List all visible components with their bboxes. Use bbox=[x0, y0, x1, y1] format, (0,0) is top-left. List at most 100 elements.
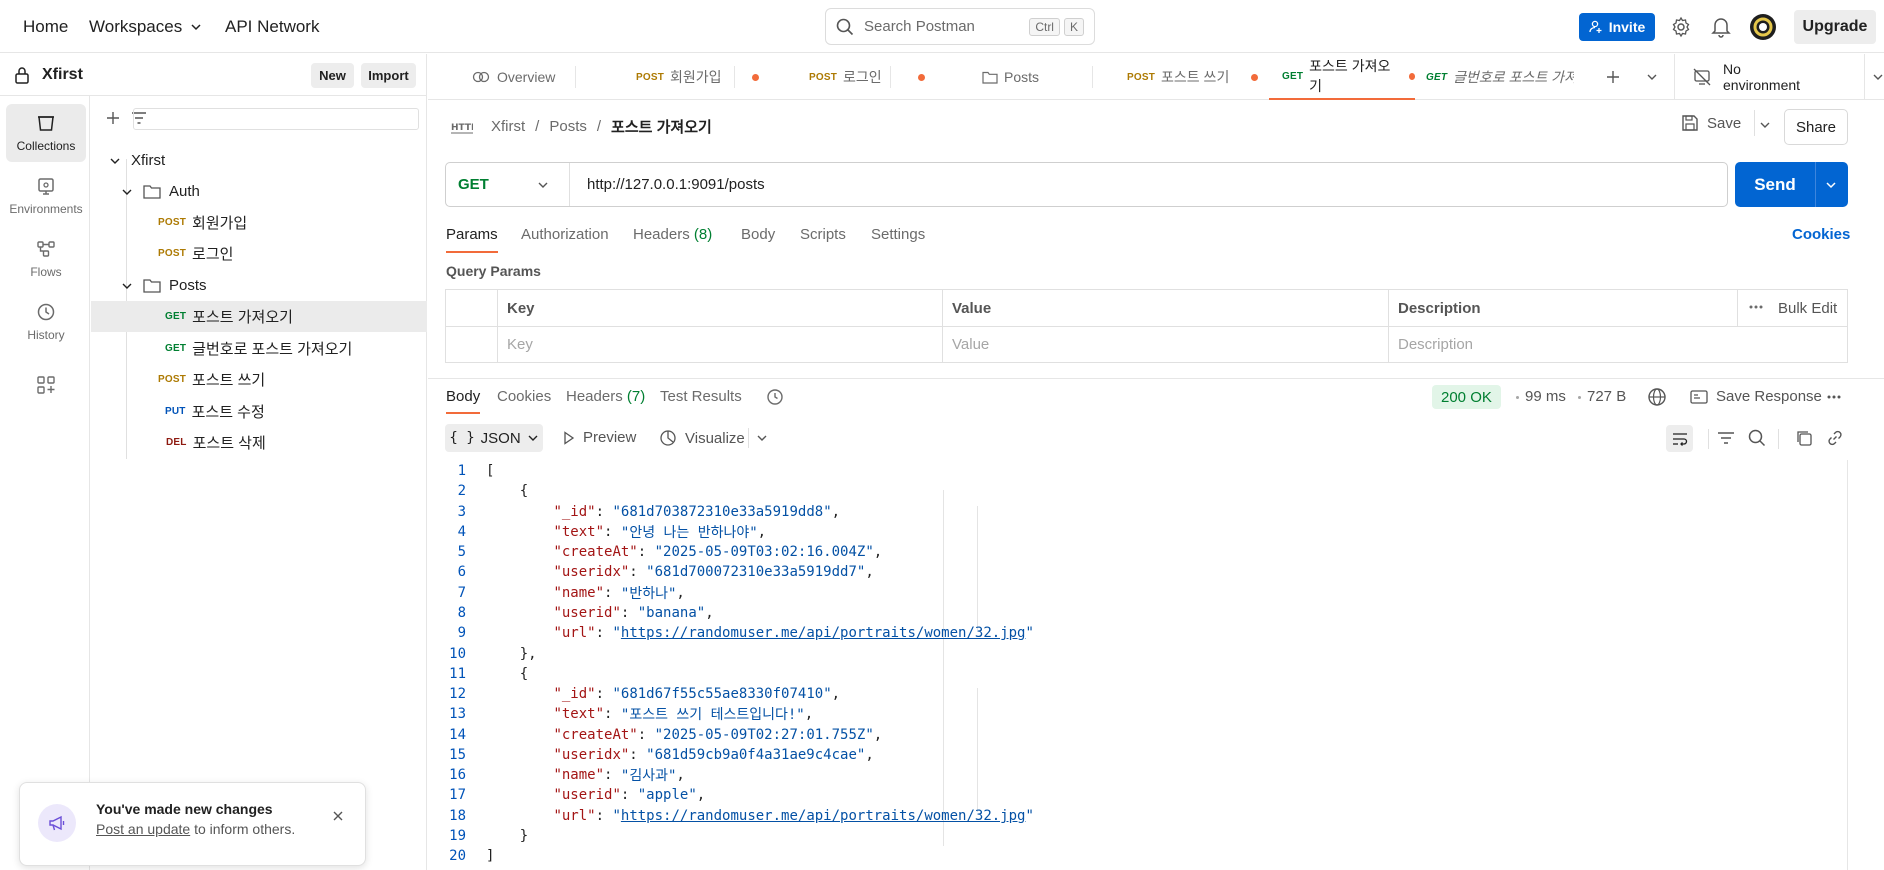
status-badge[interactable]: 200 OK bbox=[1432, 385, 1501, 409]
json-url-link[interactable]: https://randomuser.me/api/portraits/wome… bbox=[621, 808, 1026, 824]
tree-item-delete-post[interactable]: DEL 포스트 삭제 bbox=[91, 427, 427, 458]
preview-button[interactable]: Preview bbox=[563, 429, 636, 446]
invite-button[interactable]: Invite bbox=[1579, 13, 1655, 41]
tab-create-post[interactable]: POST 포스트 쓰기 bbox=[1127, 54, 1259, 100]
breadcrumb-folder[interactable]: Posts bbox=[549, 118, 587, 135]
upgrade-button[interactable]: Upgrade bbox=[1794, 10, 1876, 44]
json-url-link[interactable]: https://randomuser.me/api/portraits/wome… bbox=[621, 625, 1026, 641]
wrap-lines-icon[interactable] bbox=[1666, 425, 1693, 452]
tree-folder-posts[interactable]: Posts bbox=[91, 270, 427, 301]
visualize-button[interactable]: Visualize bbox=[659, 429, 745, 447]
tab-settings[interactable]: Settings bbox=[871, 226, 925, 243]
response-body-viewer[interactable]: 1[ 2 { 3 "_id": "681d703872310e33a5919dd… bbox=[428, 460, 1858, 870]
settings-gear-icon[interactable] bbox=[1670, 16, 1692, 38]
breadcrumb: HTTP Xfirst / Posts / 포스트 가져오기 bbox=[451, 116, 712, 137]
tab-get-post-by-id[interactable]: GET 글번호로 포스트 가져 bbox=[1426, 54, 1574, 100]
add-collection-icon[interactable] bbox=[105, 110, 121, 126]
tab-headers[interactable]: Headers (8) bbox=[633, 226, 712, 243]
response-time[interactable]: 99 ms bbox=[1525, 388, 1566, 405]
tree-folder-auth[interactable]: Auth bbox=[91, 176, 427, 207]
save-response-button[interactable]: Save Response bbox=[1690, 388, 1822, 405]
tab-get-posts[interactable]: GET 포스트 가져오기 bbox=[1269, 54, 1415, 100]
link-icon[interactable] bbox=[1826, 429, 1844, 447]
response-tab-cookies[interactable]: Cookies bbox=[497, 388, 551, 405]
tab-params[interactable]: Params bbox=[446, 226, 498, 253]
toast-title: You've made new changes bbox=[96, 801, 273, 817]
add-widget-icon bbox=[36, 375, 56, 395]
send-options-chevron-icon[interactable] bbox=[1825, 179, 1837, 191]
new-tab-plus-icon[interactable] bbox=[1605, 69, 1621, 85]
cookies-link[interactable]: Cookies bbox=[1792, 226, 1850, 243]
changes-toast: You've made new changes Post an update t… bbox=[19, 782, 366, 866]
new-button[interactable]: New bbox=[311, 63, 354, 88]
tree-item-get-posts[interactable]: GET 포스트 가져오기 bbox=[91, 301, 427, 332]
tree-item-create-post[interactable]: POST 포스트 쓰기 bbox=[91, 364, 427, 395]
tab-signup[interactable]: POST 회원가입 bbox=[636, 54, 759, 100]
home-link[interactable]: Home bbox=[23, 0, 68, 53]
json-line: 6 "useridx": "681d700072310e33a5919dd7", bbox=[457, 564, 874, 580]
filter-icon[interactable] bbox=[1717, 430, 1735, 446]
folder-icon bbox=[982, 71, 998, 84]
api-network-link[interactable]: API Network bbox=[225, 0, 319, 53]
tree-item-get-post-by-id[interactable]: GET 글번호로 포스트 가져오기 bbox=[91, 333, 427, 364]
history-icon bbox=[36, 302, 56, 322]
tree-search-input[interactable] bbox=[133, 108, 419, 130]
rail-configure-button[interactable] bbox=[6, 362, 86, 408]
globe-icon[interactable] bbox=[1647, 387, 1667, 407]
breadcrumb-collection[interactable]: Xfirst bbox=[491, 118, 525, 135]
workspace-name[interactable]: Xfirst bbox=[42, 66, 83, 84]
more-options-icon[interactable] bbox=[1748, 304, 1764, 310]
param-description-input[interactable]: Description bbox=[1398, 336, 1838, 353]
breadcrumb-current[interactable]: 포스트 가져오기 bbox=[611, 116, 712, 137]
more-options-icon[interactable] bbox=[1826, 394, 1842, 400]
format-select[interactable]: { } JSON bbox=[445, 424, 543, 452]
import-button[interactable]: Import bbox=[361, 63, 416, 88]
tree-collection-xfirst[interactable]: Xfirst bbox=[91, 145, 427, 176]
rail-item-history[interactable]: History bbox=[6, 293, 86, 351]
response-tab-headers[interactable]: Headers (7) bbox=[566, 388, 645, 405]
tree-item-signup[interactable]: POST 회원가입 bbox=[91, 207, 427, 238]
method-select[interactable]: GET bbox=[446, 163, 570, 206]
search-input[interactable]: Search Postman Ctrl K bbox=[825, 8, 1095, 45]
rail-item-flows[interactable]: Flows bbox=[6, 230, 86, 288]
send-button[interactable]: Send bbox=[1735, 162, 1848, 207]
param-value-input[interactable]: Value bbox=[952, 336, 1382, 353]
save-options-chevron-icon[interactable] bbox=[1754, 120, 1776, 132]
tab-posts[interactable]: Posts bbox=[982, 54, 1039, 100]
rail-item-collections[interactable]: Collections bbox=[6, 104, 86, 162]
search-icon[interactable] bbox=[1748, 429, 1766, 447]
environment-selector[interactable]: No environment bbox=[1693, 54, 1884, 100]
history-icon[interactable] bbox=[766, 388, 784, 406]
save-button[interactable]: Save bbox=[1681, 114, 1741, 132]
url-input[interactable]: http://127.0.0.1:9091/posts bbox=[570, 176, 765, 193]
json-line: 9 "url": " https://randomuser.me/api/port… bbox=[457, 625, 1034, 641]
braces-icon: { } bbox=[449, 430, 475, 446]
http-request-icon: HTTP bbox=[451, 118, 473, 136]
rail-item-environments[interactable]: Environments bbox=[6, 167, 86, 225]
tabs-overflow-chevron-icon[interactable] bbox=[1646, 71, 1658, 83]
tree-item-update-post[interactable]: PUT 포스트 수정 bbox=[91, 396, 427, 427]
post-update-link[interactable]: Post an update bbox=[96, 821, 190, 837]
tab-authorization[interactable]: Authorization bbox=[521, 226, 609, 243]
chevron-down-icon[interactable] bbox=[756, 432, 768, 444]
share-button[interactable]: Share bbox=[1784, 109, 1848, 145]
copy-icon[interactable] bbox=[1795, 429, 1813, 447]
tab-scripts[interactable]: Scripts bbox=[800, 226, 846, 243]
json-line: 5 "createAt": "2025-05-09T03:02:16.004Z"… bbox=[457, 544, 883, 560]
tree-item-login[interactable]: POST 로그인 bbox=[91, 238, 427, 269]
tab-body[interactable]: Body bbox=[741, 226, 775, 243]
workspaces-menu[interactable]: Workspaces bbox=[89, 0, 202, 53]
tab-overview[interactable]: Overview bbox=[472, 54, 555, 100]
bulk-edit-button[interactable]: Bulk Edit bbox=[1778, 300, 1837, 317]
response-tab-body[interactable]: Body bbox=[446, 388, 481, 414]
notifications-bell-icon[interactable] bbox=[1711, 16, 1731, 38]
json-line: 14 "createAt": "2025-05-09T02:27:01.755Z… bbox=[449, 727, 883, 743]
avatar[interactable] bbox=[1749, 13, 1777, 41]
param-key-input[interactable]: Key bbox=[507, 336, 937, 353]
play-icon bbox=[563, 430, 575, 445]
close-icon[interactable] bbox=[332, 810, 344, 822]
json-line: 13 "text": "포스트 쓰기 테스트입니다!", bbox=[449, 706, 814, 723]
response-size[interactable]: 727 B bbox=[1587, 388, 1626, 405]
tab-login[interactable]: POST 로그인 bbox=[809, 54, 925, 100]
response-tab-test-results[interactable]: Test Results bbox=[660, 388, 742, 405]
